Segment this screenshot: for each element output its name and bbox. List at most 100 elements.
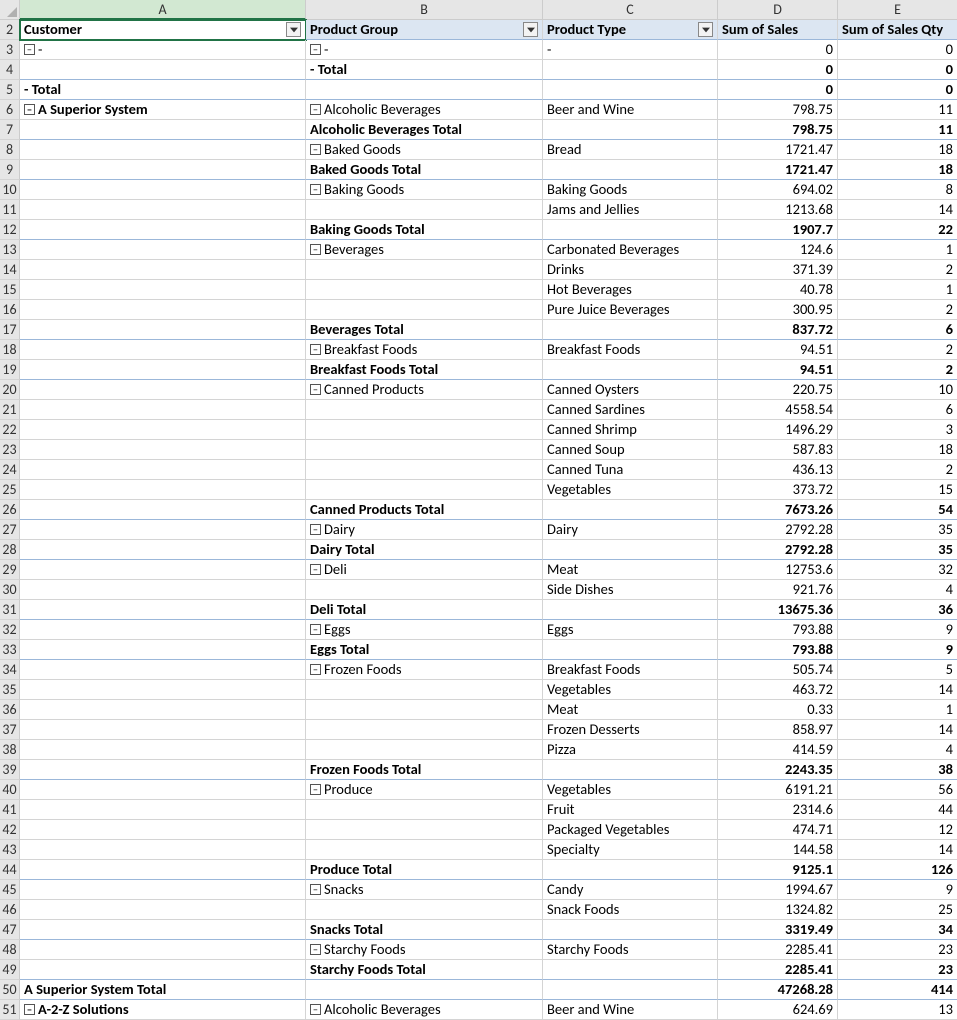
cell-product-group[interactable] [306, 580, 543, 600]
cell-product-group[interactable] [306, 420, 543, 440]
cell-customer[interactable] [20, 480, 306, 500]
cell-product-group[interactable] [306, 740, 543, 760]
cell-customer[interactable] [20, 120, 306, 140]
cell-sum-qty[interactable]: 25 [838, 900, 957, 920]
row-header[interactable]: 17 [0, 320, 20, 340]
cell-customer[interactable] [20, 380, 306, 400]
cell-product-type[interactable]: Beer and Wine [543, 100, 718, 120]
cell-sum-qty[interactable]: 14 [838, 840, 957, 860]
cell-product-type[interactable]: Meat [543, 560, 718, 580]
row-header[interactable]: 19 [0, 360, 20, 380]
cell-sum-qty[interactable]: 0 [838, 80, 957, 100]
cell-product-group[interactable]: Beverages Total [306, 320, 543, 340]
cell-sum-qty[interactable]: 11 [838, 120, 957, 140]
cell-sum-sales[interactable]: 2285.41 [718, 960, 838, 980]
cell-sum-sales[interactable]: 1324.82 [718, 900, 838, 920]
cell-customer[interactable] [20, 260, 306, 280]
cell-customer[interactable] [20, 300, 306, 320]
cell-product-group[interactable] [306, 200, 543, 220]
cell-customer[interactable]: - Total [20, 80, 306, 100]
cell-product-type[interactable]: Canned Soup [543, 440, 718, 460]
cell-customer[interactable] [20, 540, 306, 560]
cell-sum-qty[interactable]: 13 [838, 1000, 957, 1020]
cell-product-type[interactable] [543, 860, 718, 880]
cell-sum-sales[interactable]: 9125.1 [718, 860, 838, 880]
row-header[interactable]: 35 [0, 680, 20, 700]
row-header[interactable]: 49 [0, 960, 20, 980]
collapse-icon[interactable]: − [310, 344, 321, 355]
cell-sum-qty[interactable]: 6 [838, 320, 957, 340]
cell-product-group[interactable] [306, 480, 543, 500]
cell-product-type[interactable]: Frozen Desserts [543, 720, 718, 740]
cell-customer[interactable] [20, 320, 306, 340]
cell-sum-sales[interactable]: 2314.6 [718, 800, 838, 820]
cell-product-group[interactable]: Deli Total [306, 600, 543, 620]
cell-product-type[interactable]: Candy [543, 880, 718, 900]
cell-product-group[interactable]: −Produce [306, 780, 543, 800]
cell-sum-qty[interactable]: 23 [838, 960, 957, 980]
cell-customer[interactable] [20, 520, 306, 540]
row-header[interactable]: 31 [0, 600, 20, 620]
cell-product-type[interactable] [543, 600, 718, 620]
cell-sum-sales[interactable]: 0.33 [718, 700, 838, 720]
cell-product-type[interactable]: Starchy Foods [543, 940, 718, 960]
row-header[interactable]: 7 [0, 120, 20, 140]
cell-product-type[interactable] [543, 760, 718, 780]
cell-customer[interactable] [20, 860, 306, 880]
cell-product-type[interactable]: - [543, 40, 718, 60]
cell-sum-qty[interactable]: 4 [838, 740, 957, 760]
cell-sum-sales[interactable]: 505.74 [718, 660, 838, 680]
cell-product-type[interactable]: Jams and Jellies [543, 200, 718, 220]
collapse-icon[interactable]: − [310, 1004, 321, 1015]
cell-sum-qty[interactable]: 23 [838, 940, 957, 960]
cell-product-group[interactable]: Alcoholic Beverages Total [306, 120, 543, 140]
cell-product-group[interactable]: −Breakfast Foods [306, 340, 543, 360]
cell-sum-qty[interactable]: 2 [838, 360, 957, 380]
cell-product-type[interactable]: Dairy [543, 520, 718, 540]
row-header[interactable]: 39 [0, 760, 20, 780]
cell-customer[interactable] [20, 840, 306, 860]
row-header[interactable]: 28 [0, 540, 20, 560]
collapse-icon[interactable]: − [310, 564, 321, 575]
col-header-B[interactable]: B [306, 0, 543, 20]
cell-customer[interactable] [20, 780, 306, 800]
cell-customer[interactable] [20, 720, 306, 740]
cell-customer[interactable] [20, 400, 306, 420]
cell-sum-sales[interactable]: 2792.28 [718, 520, 838, 540]
row-header[interactable]: 4 [0, 60, 20, 80]
cell-customer[interactable] [20, 600, 306, 620]
cell-customer[interactable] [20, 740, 306, 760]
cell-customer[interactable] [20, 820, 306, 840]
cell-sum-qty[interactable]: 15 [838, 480, 957, 500]
cell-customer[interactable] [20, 140, 306, 160]
pivot-header-productGroup[interactable]: Product Group [306, 20, 543, 40]
cell-customer[interactable] [20, 200, 306, 220]
collapse-icon[interactable]: − [310, 144, 321, 155]
cell-product-group[interactable] [306, 280, 543, 300]
cell-sum-sales[interactable]: 463.72 [718, 680, 838, 700]
cell-sum-qty[interactable]: 44 [838, 800, 957, 820]
cell-product-type[interactable]: Drinks [543, 260, 718, 280]
cell-product-type[interactable]: Carbonated Beverages [543, 240, 718, 260]
cell-customer[interactable] [20, 620, 306, 640]
cell-product-group[interactable] [306, 440, 543, 460]
cell-sum-sales[interactable]: 837.72 [718, 320, 838, 340]
cell-product-group[interactable] [306, 680, 543, 700]
cell-customer[interactable] [20, 900, 306, 920]
cell-sum-qty[interactable]: 18 [838, 140, 957, 160]
cell-sum-sales[interactable]: 793.88 [718, 640, 838, 660]
pivot-header-customer[interactable]: Customer [20, 20, 306, 40]
cell-sum-sales[interactable]: 300.95 [718, 300, 838, 320]
cell-sum-sales[interactable]: 414.59 [718, 740, 838, 760]
row-header[interactable]: 24 [0, 460, 20, 480]
cell-sum-qty[interactable]: 6 [838, 400, 957, 420]
cell-product-type[interactable] [543, 60, 718, 80]
cell-customer[interactable] [20, 280, 306, 300]
cell-sum-sales[interactable]: 1721.47 [718, 140, 838, 160]
cell-sum-qty[interactable]: 12 [838, 820, 957, 840]
cell-product-type[interactable] [543, 920, 718, 940]
filter-dropdown-icon[interactable] [286, 22, 301, 37]
cell-product-type[interactable] [543, 980, 718, 1000]
cell-sum-qty[interactable]: 35 [838, 520, 957, 540]
cell-customer[interactable] [20, 220, 306, 240]
